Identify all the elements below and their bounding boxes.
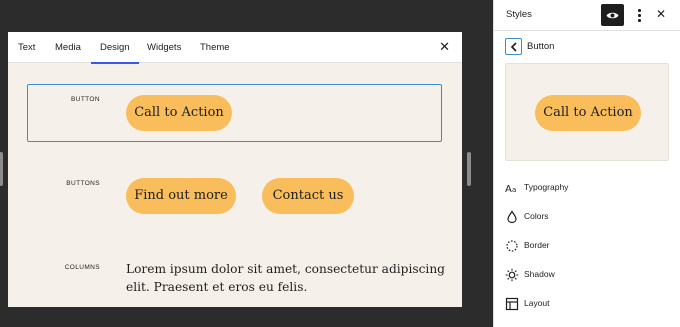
tool-label-colors: Colors <box>524 211 549 221</box>
tab-media[interactable]: Media <box>55 32 81 63</box>
section-label-button: BUTTON <box>70 96 100 103</box>
more-options-icon[interactable] <box>634 7 644 23</box>
styles-sidebar: Styles ✕ Button Call to Action A a Typog… <box>493 0 680 327</box>
panel-title: Button <box>527 41 555 52</box>
resize-handle-left[interactable] <box>0 152 3 186</box>
section-label-columns: COLUMNS <box>64 264 100 271</box>
tool-label-shadow: Shadow <box>524 269 555 279</box>
shadow-icon <box>505 268 519 282</box>
sidebar-close-icon[interactable]: ✕ <box>656 7 666 21</box>
button-preview: Call to Action <box>505 63 669 161</box>
tool-label-typography: Typography <box>524 182 569 192</box>
chevron-left-icon <box>510 41 517 52</box>
tool-shadow[interactable]: Shadow <box>505 266 670 284</box>
call-to-action-button[interactable]: Call to Action <box>126 95 232 131</box>
style-book-tabs: Text Media Design Widgets Theme ✕ <box>8 32 462 64</box>
resize-handle-right[interactable] <box>467 152 471 186</box>
svg-text:a: a <box>512 186 516 194</box>
tool-typography[interactable]: A a Typography <box>505 179 670 197</box>
tool-border[interactable]: Border <box>505 237 670 255</box>
tab-design[interactable]: Design <box>91 32 139 64</box>
sidebar-header: Styles ✕ <box>494 0 680 31</box>
typography-icon: A a <box>505 184 516 195</box>
tool-label-border: Border <box>524 240 550 250</box>
tab-text[interactable]: Text <box>18 32 35 63</box>
columns-paragraph: Lorem ipsum dolor sit amet, consectetur … <box>126 262 445 294</box>
close-icon[interactable]: ✕ <box>439 40 450 54</box>
tab-widgets[interactable]: Widgets <box>147 32 181 63</box>
back-button[interactable] <box>505 38 522 55</box>
editor-canvas: Text Media Design Widgets Theme ✕ BUTTON… <box>0 0 493 327</box>
tool-layout[interactable]: Layout <box>505 295 670 313</box>
style-book-toggle-button[interactable] <box>601 4 624 26</box>
border-icon <box>506 240 518 252</box>
svg-text:A: A <box>505 184 512 195</box>
button-example-selected[interactable] <box>27 84 442 142</box>
droplet-icon <box>507 210 517 224</box>
preview-button: Call to Action <box>535 95 641 131</box>
section-label-buttons: BUTTONS <box>66 180 100 187</box>
find-out-more-button[interactable]: Find out more <box>126 178 236 214</box>
tool-label-layout: Layout <box>524 298 550 308</box>
eye-icon <box>606 12 619 18</box>
style-book: Text Media Design Widgets Theme ✕ BUTTON… <box>8 32 462 307</box>
tab-theme[interactable]: Theme <box>200 32 230 63</box>
sidebar-title: Styles <box>506 9 532 20</box>
layout-icon <box>505 297 519 311</box>
tool-colors[interactable]: Colors <box>505 208 670 226</box>
contact-us-button[interactable]: Contact us <box>262 178 354 214</box>
